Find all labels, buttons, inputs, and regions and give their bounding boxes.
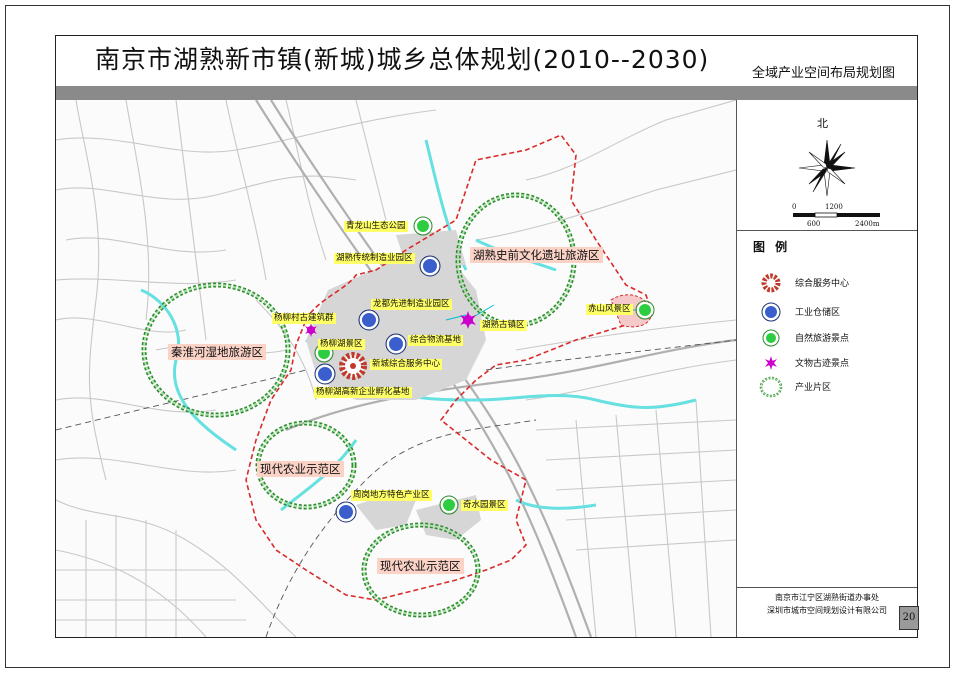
compass-rose-icon — [798, 139, 856, 197]
legend-label-heritage: 文物古迹景点 — [795, 359, 850, 369]
label-qinglongshan: 青龙山生态公园 — [344, 221, 408, 232]
legend-label-industrial: 工业仓储区 — [795, 308, 841, 318]
point-incubator — [316, 365, 334, 383]
industrial-storage-icon — [761, 302, 781, 322]
service-center-icon — [761, 273, 781, 293]
label-longdu-mfg: 龙都先进制造业园区 — [371, 299, 452, 310]
zone-label-hushu-culture: 湖熟史前文化遗址旅游区 — [470, 247, 603, 263]
scale-mark-1200: 1200 — [825, 203, 843, 211]
legend-title: 图 例 — [753, 240, 791, 254]
legend-label-zone: 产业片区 — [795, 383, 832, 393]
scale-mark-2400: 2400m — [855, 220, 880, 228]
legend-item-service: 综合服务中心 — [757, 273, 907, 293]
nature-scenic-icon — [762, 329, 780, 347]
label-yangliu-lake: 杨柳湖景区 — [318, 339, 365, 350]
label-logistics: 综合物流基地 — [408, 335, 464, 346]
legend-label-nature: 自然旅游景点 — [795, 334, 850, 344]
point-qishuiyuan — [441, 497, 457, 513]
point-traditional-mfg — [421, 257, 439, 275]
title-divider-band — [56, 86, 917, 100]
legend-item-nature: 自然旅游景点 — [757, 329, 907, 347]
scale-mark-0: 0 — [792, 203, 797, 211]
label-hushu-oldtown: 湖熟古镇区 — [480, 320, 527, 331]
label-chishan: 赤山风景区 — [586, 304, 633, 315]
label-service-center: 新城综合服务中心 — [370, 359, 443, 370]
label-zhougang: 周岗地方特色产业区 — [351, 490, 432, 501]
label-incubator: 杨柳湖高新企业孵化基地 — [314, 387, 412, 398]
point-zhougang — [337, 503, 355, 521]
map-title: 南京市湖熟新市镇(新城)城乡总体规划(2010--2030) — [95, 45, 710, 74]
map-subtitle: 全域产业空间布局规划图 — [752, 66, 896, 81]
map-canvas: 秦淮河湿地旅游区 湖熟史前文化遗址旅游区 现代农业示范区 现代农业示范区 青龙山… — [56, 100, 736, 637]
legend-panel: 北 0 600 1200 2400m 图 例 综合服务中心 工业仓储区 自然旅游… — [736, 100, 919, 637]
credits-divider — [737, 587, 917, 588]
credit-client: 南京市江宁区湖熟街道办事处 — [775, 593, 879, 602]
industry-zone-icon — [759, 376, 783, 398]
legend-item-zone: 产业片区 — [757, 376, 907, 398]
legend-item-heritage: 文物古迹景点 — [757, 354, 907, 372]
point-qinglongshan — [415, 218, 431, 234]
north-label: 北 — [817, 117, 828, 130]
legend-label-service: 综合服务中心 — [795, 279, 850, 289]
point-service-center — [339, 352, 367, 380]
point-logistics — [387, 335, 405, 353]
page-number: 20 — [899, 606, 919, 630]
zone-label-qinhuai: 秦淮河湿地旅游区 — [168, 344, 266, 360]
label-yangliu-village: 杨柳村古建筑群 — [272, 313, 336, 324]
label-qishuiyuan: 奇水园景区 — [461, 500, 508, 511]
heritage-scenic-icon — [765, 356, 777, 370]
zone-label-agri-2: 现代农业示范区 — [377, 558, 464, 574]
point-longdu-mfg — [360, 311, 378, 329]
point-chishan — [637, 302, 653, 318]
label-traditional-mfg: 湖熟传统制造业园区 — [334, 253, 415, 264]
legend-item-industrial: 工业仓储区 — [757, 302, 907, 322]
credit-designer: 深圳市城市空间规划设计有限公司 — [767, 606, 887, 615]
zone-label-agri-1: 现代农业示范区 — [257, 461, 344, 477]
scale-mark-600: 600 — [807, 220, 821, 228]
legend-divider — [737, 230, 917, 231]
